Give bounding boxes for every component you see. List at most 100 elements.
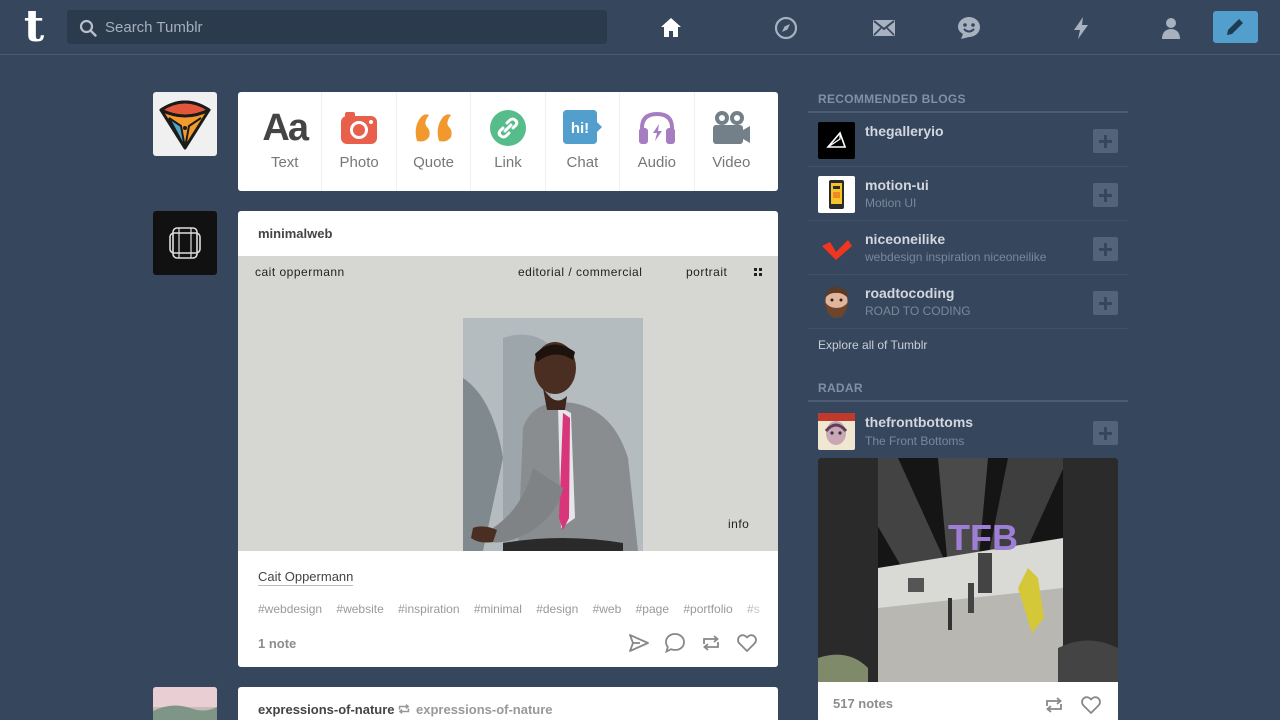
home-icon[interactable] bbox=[658, 15, 684, 41]
blog-desc: ROAD TO CODING bbox=[865, 304, 971, 318]
post-type-label: Chat bbox=[566, 154, 599, 171]
post-tags: #webdesign #website #inspiration #minima… bbox=[238, 584, 778, 616]
recommended-blog-item[interactable]: thegalleryio bbox=[808, 113, 1128, 167]
like-heart-icon[interactable] bbox=[736, 632, 758, 654]
user-avatar[interactable] bbox=[153, 92, 217, 156]
recommended-blog-item[interactable]: niceoneilike webdesign inspiration niceo… bbox=[808, 221, 1128, 275]
svg-text:TFB: TFB bbox=[948, 517, 1018, 558]
post-type-link[interactable]: Link bbox=[471, 92, 546, 191]
radar-post-card: TFB 517 notes bbox=[818, 458, 1118, 720]
post-type-label: Video bbox=[712, 154, 751, 171]
post-card: expressions-of-nature expressions-of-nat… bbox=[238, 687, 778, 720]
radar-blog-item[interactable]: thefrontbottoms The Front Bottoms bbox=[808, 402, 1128, 458]
reblogged-from-name[interactable]: expressions-of-nature bbox=[416, 702, 553, 717]
blog-name: roadtocoding bbox=[865, 285, 955, 301]
blog-name: niceoneilike bbox=[865, 231, 946, 247]
text-aa-icon: Aa bbox=[262, 107, 309, 149]
follow-button[interactable] bbox=[1093, 237, 1118, 261]
quote-icon bbox=[415, 114, 452, 142]
post-type-quote[interactable]: Quote bbox=[397, 92, 472, 191]
follow-button[interactable] bbox=[1093, 129, 1118, 153]
post-type-label: Link bbox=[494, 154, 522, 171]
reblog-small-icon bbox=[398, 703, 410, 715]
post-blog-name[interactable]: expressions-of-nature bbox=[258, 702, 395, 717]
post-blog-name[interactable]: minimalweb bbox=[238, 211, 778, 256]
radar-concert-photo[interactable]: TFB bbox=[818, 458, 1118, 682]
follow-button[interactable] bbox=[1093, 183, 1118, 207]
tag[interactable]: #inspiration bbox=[398, 602, 459, 616]
radar-title: RADAR bbox=[808, 381, 1128, 402]
search-bar[interactable] bbox=[67, 10, 607, 44]
gallery-logo-icon bbox=[826, 131, 847, 148]
blog-desc: webdesign inspiration niceoneilike bbox=[865, 250, 1047, 264]
follow-button[interactable] bbox=[1093, 291, 1118, 315]
camera-icon bbox=[341, 112, 378, 144]
compose-button[interactable] bbox=[1213, 11, 1258, 43]
blog-avatar bbox=[818, 176, 855, 213]
post-actions bbox=[628, 632, 758, 654]
post-type-bar: Aa Text Photo Quote Link hi! Chat Audio … bbox=[238, 92, 778, 191]
post-blog-avatar[interactable] bbox=[153, 211, 217, 275]
tag[interactable]: #webdesign bbox=[258, 602, 322, 616]
radar-notes-count[interactable]: 517 notes bbox=[833, 696, 893, 711]
motion-ui-logo-icon bbox=[829, 180, 844, 209]
post-type-chat[interactable]: hi! Chat bbox=[546, 92, 621, 191]
recommended-blog-item[interactable]: roadtocoding ROAD TO CODING bbox=[808, 275, 1128, 329]
post-type-video[interactable]: Video bbox=[695, 92, 768, 191]
top-header: t bbox=[0, 0, 1280, 55]
blog-desc: Motion UI bbox=[865, 196, 917, 210]
minimalweb-logo-icon bbox=[169, 227, 201, 259]
portrait-photo bbox=[463, 318, 643, 551]
post-caption: Cait Oppermann bbox=[238, 551, 778, 586]
explore-icon[interactable] bbox=[773, 15, 799, 41]
photo-site-nav-1: editorial / commercial bbox=[518, 265, 643, 279]
post-card: minimalweb cait oppermann editorial / co… bbox=[238, 211, 778, 667]
frontbottoms-avatar-icon bbox=[818, 413, 855, 445]
like-heart-icon[interactable] bbox=[1080, 694, 1102, 716]
nature-avatar-icon bbox=[153, 687, 217, 720]
post-photo[interactable]: cait oppermann editorial / commercial po… bbox=[238, 256, 778, 551]
post-type-label: Quote bbox=[413, 154, 454, 171]
recommended-blogs-section: RECOMMENDED BLOGS thegalleryio motion-ui… bbox=[808, 92, 1128, 361]
tag[interactable]: #page bbox=[636, 602, 669, 616]
blog-name: thefrontbottoms bbox=[865, 414, 974, 430]
search-icon bbox=[79, 19, 97, 37]
chat-icon: hi! bbox=[563, 110, 603, 144]
post-type-photo[interactable]: Photo bbox=[322, 92, 397, 191]
search-input[interactable] bbox=[105, 10, 595, 44]
tags-fade bbox=[738, 598, 778, 616]
link-icon bbox=[489, 110, 526, 146]
tag[interactable]: #website bbox=[336, 602, 383, 616]
grid-dots-icon bbox=[754, 268, 762, 276]
video-camera-icon bbox=[713, 111, 751, 144]
recommended-blog-item[interactable]: motion-ui Motion UI bbox=[808, 167, 1128, 221]
follow-button[interactable] bbox=[1093, 421, 1118, 445]
post-footer: 1 note bbox=[238, 623, 778, 667]
account-icon[interactable] bbox=[1158, 15, 1184, 41]
post-notes-count[interactable]: 1 note bbox=[258, 636, 296, 651]
blog-desc: The Front Bottoms bbox=[865, 434, 965, 448]
blog-name: motion-ui bbox=[865, 177, 929, 193]
inbox-icon[interactable] bbox=[871, 15, 897, 41]
post-blog-avatar[interactable] bbox=[153, 687, 217, 720]
reblog-icon[interactable] bbox=[700, 632, 722, 654]
activity-icon[interactable] bbox=[1068, 15, 1094, 41]
pencil-icon bbox=[1227, 17, 1245, 35]
blog-avatar bbox=[818, 122, 855, 159]
reblog-icon[interactable] bbox=[1043, 694, 1065, 716]
tag[interactable]: #portfolio bbox=[683, 602, 732, 616]
post-type-audio[interactable]: Audio bbox=[620, 92, 695, 191]
fox-avatar-icon bbox=[159, 100, 211, 150]
tag[interactable]: #minimal bbox=[474, 602, 522, 616]
radar-section: RADAR thefrontbottoms The Front Bottoms … bbox=[808, 381, 1128, 720]
niceoneilike-logo-icon bbox=[822, 240, 852, 260]
messaging-icon[interactable] bbox=[956, 15, 982, 41]
tag[interactable]: #web bbox=[593, 602, 622, 616]
headphones-icon bbox=[638, 111, 675, 144]
post-type-text[interactable]: Aa Text bbox=[248, 92, 323, 191]
reply-icon[interactable] bbox=[664, 632, 686, 654]
share-icon[interactable] bbox=[628, 632, 650, 654]
tumblr-logo[interactable]: t bbox=[16, 5, 52, 49]
explore-all-link[interactable]: Explore all of Tumblr bbox=[808, 329, 1128, 361]
tag[interactable]: #design bbox=[536, 602, 578, 616]
